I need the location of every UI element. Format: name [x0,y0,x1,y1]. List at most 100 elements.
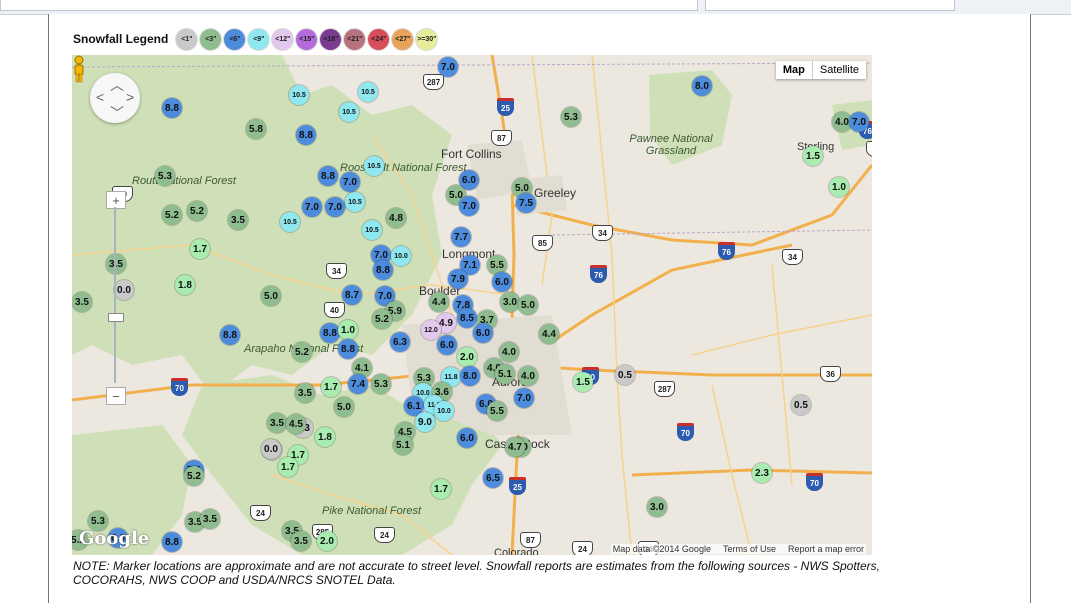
snow-marker[interactable]: 1.5 [803,146,823,166]
snow-marker[interactable]: 5.2 [187,201,207,221]
snow-marker[interactable]: 5.1 [393,435,413,455]
snow-marker[interactable]: 5.3 [155,166,175,186]
snow-marker[interactable]: 5.2 [292,342,312,362]
snow-marker[interactable]: 9.0 [415,412,435,432]
snow-marker[interactable]: 3.5 [291,531,311,551]
terms-link[interactable]: Terms of Use [723,544,776,554]
zoom-slider-track[interactable] [114,207,116,383]
snow-marker[interactable]: 1.0 [338,320,358,340]
snow-marker[interactable]: 6.5 [483,468,503,488]
snow-marker[interactable]: 6.0 [457,428,477,448]
pan-control[interactable]: ︿ ﹀ < > [90,73,140,123]
snow-marker[interactable]: 5.2 [162,205,182,225]
snow-marker[interactable]: 1.7 [431,479,451,499]
snow-marker[interactable]: 4.4 [429,292,449,312]
snow-marker[interactable]: 6.0 [437,335,457,355]
street-view-pegman-icon[interactable] [72,55,86,83]
pan-left-icon[interactable]: < [96,89,104,105]
pan-up-icon[interactable]: ︿ [110,75,124,95]
snow-marker[interactable]: 5.0 [261,286,281,306]
zoom-slider-handle[interactable] [108,313,124,322]
snow-marker[interactable]: 3.5 [228,210,248,230]
snow-marker[interactable]: 5.0 [518,295,538,315]
snow-marker[interactable]: 6.3 [390,332,410,352]
pan-down-icon[interactable]: ﹀ [110,103,124,123]
snow-marker[interactable]: 1.7 [321,377,341,397]
snow-marker[interactable]: 6.0 [492,272,512,292]
snow-marker[interactable]: 5.3 [561,107,581,127]
map-type-satellite-button[interactable]: Satellite [813,61,866,79]
search-field[interactable] [705,0,955,11]
snow-marker[interactable]: 4.7 [505,437,525,457]
snow-marker[interactable]: 1.0 [829,177,849,197]
snow-marker[interactable]: 10.0 [391,246,411,266]
snow-marker[interactable]: 8.0 [692,76,712,96]
pan-right-icon[interactable]: > [126,89,134,105]
snow-marker[interactable]: 7.5 [516,193,536,213]
snow-marker[interactable]: 12.0 [421,320,441,340]
snow-marker[interactable]: 3.0 [500,292,520,312]
report-error-link[interactable]: Report a map error [788,544,864,554]
snow-marker[interactable]: 7.0 [302,197,322,217]
snow-marker[interactable]: 3.5 [106,254,126,274]
snow-marker[interactable]: 4.5 [286,414,306,434]
snow-marker[interactable]: 0.5 [791,395,811,415]
snow-marker[interactable]: 10.5 [364,156,384,176]
snow-marker[interactable]: 8.0 [460,366,480,386]
snow-marker[interactable]: 6.0 [473,323,493,343]
zoom-out-button[interactable]: − [106,387,126,405]
snow-marker[interactable]: 7.0 [849,112,869,132]
snow-marker[interactable]: 5.2 [372,309,392,329]
snow-marker[interactable]: 0.0 [261,439,281,459]
snow-marker[interactable]: 3.5 [267,413,287,433]
snow-marker[interactable]: 1.7 [278,457,298,477]
snow-marker[interactable]: 8.8 [318,166,338,186]
snow-marker[interactable]: 8.8 [296,125,316,145]
snow-marker[interactable]: 2.0 [317,531,337,551]
snow-marker[interactable]: 7.0 [459,196,479,216]
snow-marker[interactable]: 10.5 [358,82,378,102]
snow-marker[interactable]: 5.8 [246,119,266,139]
snow-marker[interactable]: 7.7 [451,227,471,247]
snow-marker[interactable]: 5.2 [184,466,204,486]
url-field[interactable] [0,0,698,11]
snow-marker[interactable]: 8.8 [220,325,240,345]
snow-marker[interactable]: 10.5 [289,85,309,105]
snow-marker[interactable]: 7.9 [448,269,468,289]
snow-marker[interactable]: 4.0 [499,342,519,362]
snow-marker[interactable]: 3.5 [295,383,315,403]
snow-marker[interactable]: 10.5 [339,102,359,122]
map-type-map-button[interactable]: Map [776,61,813,79]
snow-marker[interactable]: 1.8 [175,275,195,295]
zoom-in-button[interactable]: + [106,191,126,209]
snow-marker[interactable]: 5.3 [371,374,391,394]
snow-marker[interactable]: 0.5 [615,365,635,385]
snow-marker[interactable]: 2.0 [457,347,477,367]
snow-marker[interactable]: 4.0 [518,366,538,386]
snow-marker[interactable]: 5.0 [334,397,354,417]
snow-marker[interactable]: 1.5 [573,372,593,392]
snow-marker[interactable]: 7.0 [438,57,458,77]
snow-marker[interactable]: 7.0 [325,197,345,217]
snow-marker[interactable]: 4.4 [539,324,559,344]
snow-marker[interactable]: 8.5 [457,308,477,328]
snow-marker[interactable]: 10.5 [362,220,382,240]
snow-marker[interactable]: 5.5 [487,401,507,421]
snow-marker[interactable]: 2.3 [752,463,772,483]
snow-marker[interactable]: 8.8 [162,532,182,552]
snow-marker[interactable]: 7.0 [340,172,360,192]
snow-marker[interactable]: 8.8 [162,98,182,118]
snow-marker[interactable]: 8.8 [320,323,340,343]
snow-marker[interactable]: 5.1 [495,364,515,384]
snow-marker[interactable]: 10.0 [434,401,454,421]
snow-marker[interactable]: 4.8 [386,208,406,228]
snow-marker[interactable]: 8.7 [342,285,362,305]
snow-marker[interactable]: 3.0 [647,497,667,517]
snow-marker[interactable]: 7.4 [348,374,368,394]
snow-marker[interactable]: 10.5 [280,212,300,232]
snow-marker[interactable]: 7.0 [514,388,534,408]
snow-marker[interactable]: 10.5 [345,192,365,212]
snow-marker[interactable]: 3.5 [200,509,220,529]
snow-marker[interactable]: 3.5 [72,292,92,312]
snow-marker[interactable]: 0.0 [114,280,134,300]
